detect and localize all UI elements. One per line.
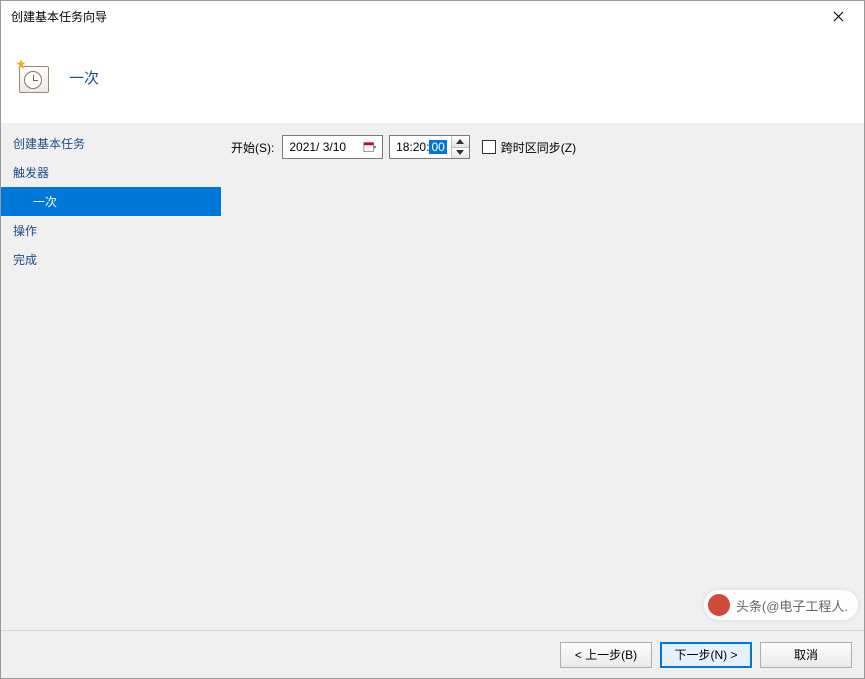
checkbox-box-icon (482, 140, 496, 154)
wizard-dialog: 创建基本任务向导 一次 创建基本任务 触发器 一次 操作 完成 开始(S): 2… (0, 0, 865, 679)
wizard-content: 开始(S): 2021/ 3/10 18:20:00 (221, 123, 864, 630)
start-date-value: 2021/ 3/10 (289, 140, 358, 154)
window-title: 创建基本任务向导 (11, 8, 107, 25)
sidebar-item-trigger[interactable]: 触发器 (1, 158, 221, 187)
date-dropdown-button[interactable] (360, 137, 380, 157)
watermark-avatar-icon (708, 594, 730, 616)
wizard-steps-sidebar: 创建基本任务 触发器 一次 操作 完成 (1, 123, 221, 630)
cancel-button[interactable]: 取消 (760, 642, 852, 668)
watermark: 头条(@电子工程人. (704, 590, 858, 620)
watermark-text: 头条(@电子工程人. (736, 596, 848, 615)
tz-sync-label: 跨时区同步(Z) (501, 139, 576, 156)
wizard-header: 一次 (1, 31, 864, 123)
time-spinner (451, 136, 469, 158)
back-button[interactable]: < 上一步(B) (560, 642, 652, 668)
tz-sync-checkbox[interactable]: 跨时区同步(Z) (482, 139, 576, 156)
wizard-footer: < 上一步(B) 下一步(N) > 取消 (1, 630, 864, 678)
start-time-value: 18:20:00 (390, 136, 451, 158)
time-spin-down[interactable] (452, 147, 469, 159)
next-button[interactable]: 下一步(N) > (660, 642, 752, 668)
sidebar-item-once[interactable]: 一次 (1, 187, 221, 216)
start-time-picker[interactable]: 18:20:00 (389, 135, 470, 159)
time-seconds-selected: 00 (429, 140, 446, 154)
start-date-picker[interactable]: 2021/ 3/10 (282, 135, 383, 159)
wizard-calendar-clock-icon (15, 59, 51, 95)
calendar-dropdown-icon (363, 140, 377, 154)
sidebar-item-action[interactable]: 操作 (1, 216, 221, 245)
close-button[interactable] (818, 2, 858, 30)
wizard-body: 创建基本任务 触发器 一次 操作 完成 开始(S): 2021/ 3/10 (1, 123, 864, 630)
start-row: 开始(S): 2021/ 3/10 18:20:00 (231, 135, 854, 159)
chevron-up-icon (456, 139, 464, 144)
sidebar-item-finish[interactable]: 完成 (1, 245, 221, 274)
close-icon (833, 11, 844, 22)
time-hour-min: 18:20: (396, 140, 429, 154)
chevron-down-icon (456, 150, 464, 155)
page-heading: 一次 (69, 67, 99, 88)
start-label: 开始(S): (231, 139, 274, 156)
sidebar-item-create-task[interactable]: 创建基本任务 (1, 129, 221, 158)
titlebar: 创建基本任务向导 (1, 1, 864, 31)
time-spin-up[interactable] (452, 136, 469, 147)
